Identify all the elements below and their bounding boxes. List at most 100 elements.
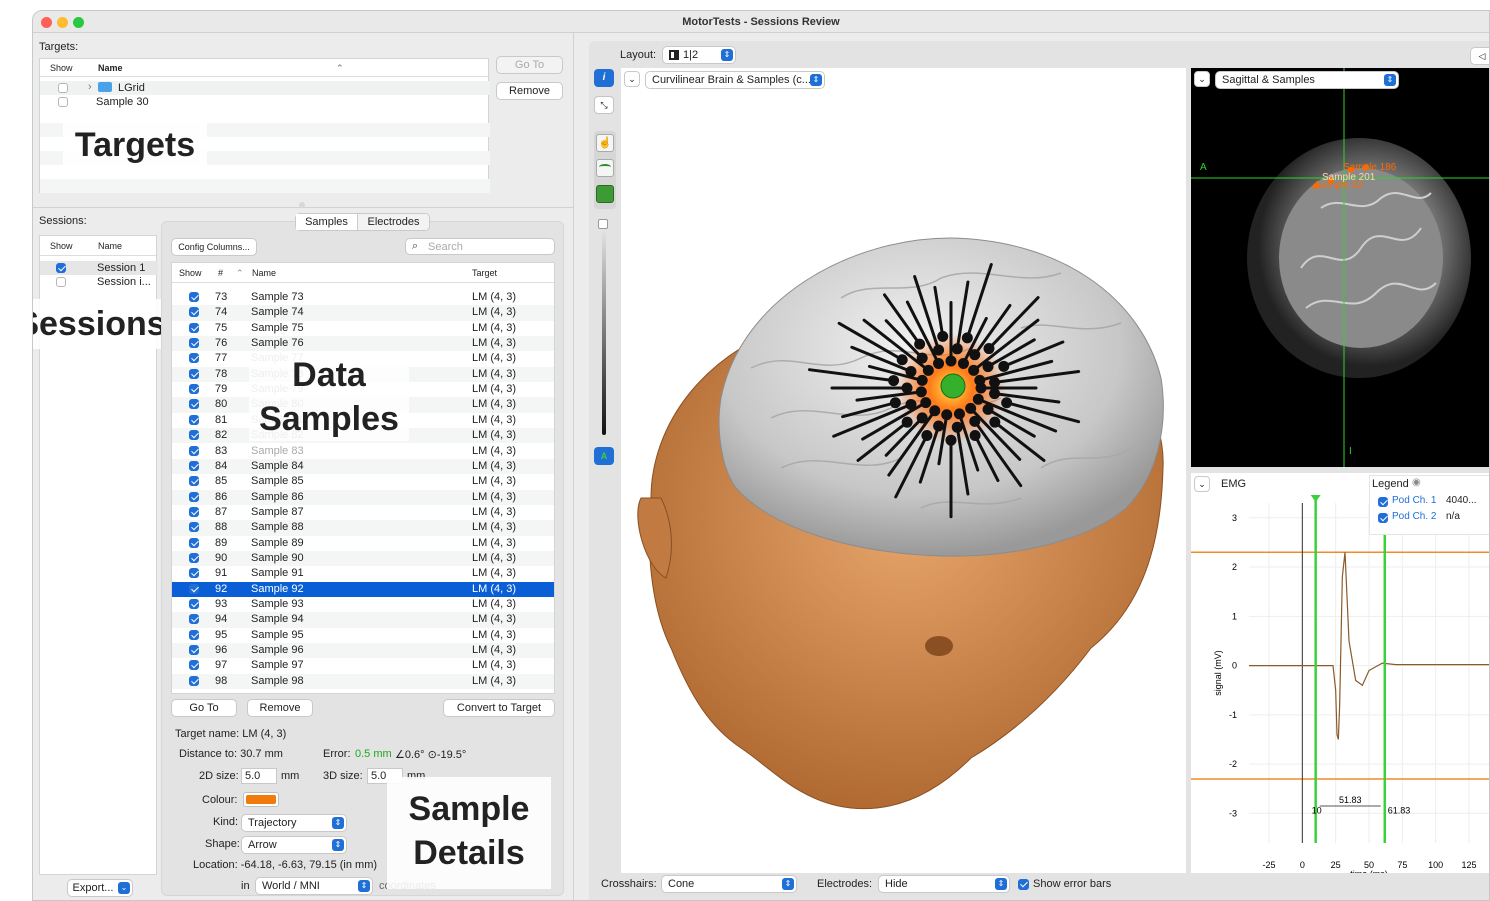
emg-view[interactable]: 3210-1-2-3-2502550751001251061.8351.83ti… bbox=[1191, 473, 1489, 873]
sample-row[interactable]: 76 Sample 76 LM (4, 3) bbox=[172, 336, 554, 352]
sample-show-checkbox[interactable] bbox=[189, 491, 199, 502]
sagittal-view[interactable]: A I Sample 186 Sample 201 Sample 32 ⌄ Sa… bbox=[1191, 68, 1489, 467]
session-show-checkbox[interactable] bbox=[56, 263, 66, 273]
sample-show-checkbox[interactable] bbox=[189, 476, 199, 487]
targets-col-name[interactable]: Name bbox=[98, 59, 123, 77]
sample-row[interactable]: 90 Sample 90 LM (4, 3) bbox=[172, 550, 554, 567]
sample-row[interactable]: 93 Sample 93 LM (4, 3) bbox=[172, 597, 554, 612]
cube-icon[interactable] bbox=[596, 185, 614, 203]
kind-select[interactable]: Trajectory ⇕ bbox=[241, 814, 347, 832]
sample-row[interactable]: 75 Sample 75 LM (4, 3) bbox=[172, 321, 554, 336]
sample-show-checkbox[interactable] bbox=[189, 568, 199, 579]
sample-show-checkbox[interactable] bbox=[189, 583, 199, 594]
sample-show-checkbox[interactable] bbox=[189, 445, 199, 456]
sample-row[interactable]: 87 Sample 87 LM (4, 3) bbox=[172, 505, 554, 520]
sample-row[interactable]: 74 Sample 74 LM (4, 3) bbox=[172, 305, 554, 321]
layout-select[interactable]: 1|2 ⇕ bbox=[662, 46, 736, 64]
samples-remove-button[interactable]: Remove bbox=[247, 699, 313, 717]
sample-show-checkbox[interactable] bbox=[189, 614, 199, 625]
splitter-handle[interactable] bbox=[299, 202, 305, 208]
samples-goto-button[interactable]: Go To bbox=[171, 699, 237, 717]
pane-divider[interactable] bbox=[573, 33, 574, 900]
target-row[interactable]: Sample 30 bbox=[40, 95, 490, 109]
samples-table[interactable]: Show # ⌃ Name Target 73 Sample 73 LM (4, 3… bbox=[171, 262, 555, 694]
measure-icon[interactable] bbox=[596, 159, 614, 177]
targets-goto-button[interactable]: Go To bbox=[496, 56, 563, 74]
target-row[interactable]: › LGrid bbox=[40, 81, 490, 95]
legend-checkbox[interactable] bbox=[1378, 497, 1388, 507]
convert-to-target-button[interactable]: Convert to Target bbox=[443, 699, 555, 717]
sample-show-checkbox[interactable] bbox=[189, 460, 199, 471]
expand-icon[interactable]: ⤡ bbox=[594, 96, 614, 114]
sample-show-checkbox[interactable] bbox=[189, 537, 199, 548]
sample-show-checkbox[interactable] bbox=[189, 322, 199, 333]
sample-row[interactable]: 94 Sample 94 LM (4, 3) bbox=[172, 612, 554, 628]
col-target[interactable]: Target bbox=[472, 263, 497, 283]
sample-row[interactable]: 84 Sample 84 LM (4, 3) bbox=[172, 458, 554, 475]
sample-row[interactable]: 86 Sample 86 LM (4, 3) bbox=[172, 489, 554, 505]
chevron-down-icon[interactable]: ⌄ bbox=[1194, 476, 1210, 492]
sample-show-checkbox[interactable] bbox=[189, 399, 199, 410]
eye-icon[interactable]: ◉ bbox=[1412, 477, 1421, 488]
search-input[interactable]: ⌕ Search bbox=[405, 238, 555, 255]
sample-row[interactable]: 96 Sample 96 LM (4, 3) bbox=[172, 643, 554, 659]
sample-row[interactable]: 98 Sample 98 LM (4, 3) bbox=[172, 673, 554, 690]
opacity-slider-thumb[interactable] bbox=[598, 219, 608, 229]
3d-viewport[interactable]: ⌄ Curvilinear Brain & Samples (c... ⇕ bbox=[621, 68, 1186, 873]
size2d-input[interactable]: 5.0 bbox=[241, 768, 277, 784]
crosshairs-select[interactable]: Cone ⇕ bbox=[661, 875, 797, 893]
colour-picker[interactable] bbox=[243, 792, 279, 807]
sample-row[interactable]: 89 Sample 89 LM (4, 3) bbox=[172, 536, 554, 551]
sample-show-checkbox[interactable] bbox=[189, 522, 199, 533]
sample-show-checkbox[interactable] bbox=[189, 645, 199, 656]
sample-row[interactable]: 97 Sample 97 LM (4, 3) bbox=[172, 658, 554, 673]
col-number[interactable]: # bbox=[218, 263, 223, 283]
sample-show-checkbox[interactable] bbox=[189, 384, 199, 395]
sample-row[interactable]: 88 Sample 88 LM (4, 3) bbox=[172, 520, 554, 536]
target-show-checkbox[interactable] bbox=[58, 97, 68, 107]
sample-show-checkbox[interactable] bbox=[189, 307, 199, 318]
sample-show-checkbox[interactable] bbox=[189, 552, 199, 563]
sample-show-checkbox[interactable] bbox=[189, 506, 199, 517]
sample-row[interactable]: 73 Sample 73 LM (4, 3) bbox=[172, 290, 554, 305]
disclosure-icon[interactable]: › bbox=[88, 81, 92, 93]
target-show-checkbox[interactable] bbox=[58, 83, 68, 93]
col-name[interactable]: Name bbox=[252, 263, 276, 283]
show-error-bars-checkbox[interactable] bbox=[1018, 879, 1029, 890]
coordinate-system-select[interactable]: World / MNI ⇕ bbox=[255, 877, 373, 895]
sample-row[interactable]: 83 Sample 83 LM (4, 3) bbox=[172, 444, 554, 459]
tab-samples[interactable]: Samples bbox=[296, 214, 358, 230]
targets-col-show[interactable]: Show bbox=[50, 59, 73, 77]
sample-show-checkbox[interactable] bbox=[189, 414, 199, 425]
info-icon[interactable]: i bbox=[594, 69, 614, 87]
electrodes-select[interactable]: Hide ⇕ bbox=[878, 875, 1010, 893]
sample-show-checkbox[interactable] bbox=[189, 353, 199, 364]
sample-show-checkbox[interactable] bbox=[189, 629, 199, 640]
legend-checkbox[interactable] bbox=[1378, 513, 1388, 523]
targets-remove-button[interactable]: Remove bbox=[496, 82, 563, 100]
sample-row[interactable]: 95 Sample 95 LM (4, 3) bbox=[172, 628, 554, 643]
session-row[interactable]: Session 1 bbox=[40, 261, 158, 275]
sample-row[interactable]: 91 Sample 91 LM (4, 3) bbox=[172, 566, 554, 581]
side-view-select[interactable]: Sagittal & Samples ⇕ bbox=[1215, 71, 1399, 89]
tab-electrodes[interactable]: Electrodes bbox=[358, 214, 429, 230]
sessions-col-show[interactable]: Show bbox=[50, 236, 73, 256]
config-columns-button[interactable]: Config Columns... bbox=[171, 238, 257, 256]
opacity-slider[interactable] bbox=[602, 225, 606, 435]
sample-show-checkbox[interactable] bbox=[189, 430, 199, 441]
session-show-checkbox[interactable] bbox=[56, 277, 66, 287]
sessions-col-name[interactable]: Name bbox=[98, 236, 122, 256]
sample-show-checkbox[interactable] bbox=[189, 599, 199, 609]
col-show[interactable]: Show bbox=[179, 263, 202, 283]
session-row[interactable]: Session i... bbox=[40, 275, 158, 289]
sample-row[interactable]: 92 Sample 92 LM (4, 3) bbox=[172, 581, 554, 597]
collapse-sidebar-button[interactable]: ◁ bbox=[1470, 47, 1489, 65]
sample-row[interactable]: 85 Sample 85 LM (4, 3) bbox=[172, 474, 554, 489]
sample-show-checkbox[interactable] bbox=[189, 292, 199, 302]
shape-select[interactable]: Arrow ⇕ bbox=[241, 836, 347, 854]
brain-render[interactable] bbox=[621, 68, 1186, 873]
export-button[interactable]: Export... ⌄ bbox=[67, 879, 133, 897]
anterior-view-icon[interactable]: A bbox=[594, 447, 614, 465]
sample-show-checkbox[interactable] bbox=[189, 660, 199, 671]
sample-show-checkbox[interactable] bbox=[189, 338, 199, 349]
